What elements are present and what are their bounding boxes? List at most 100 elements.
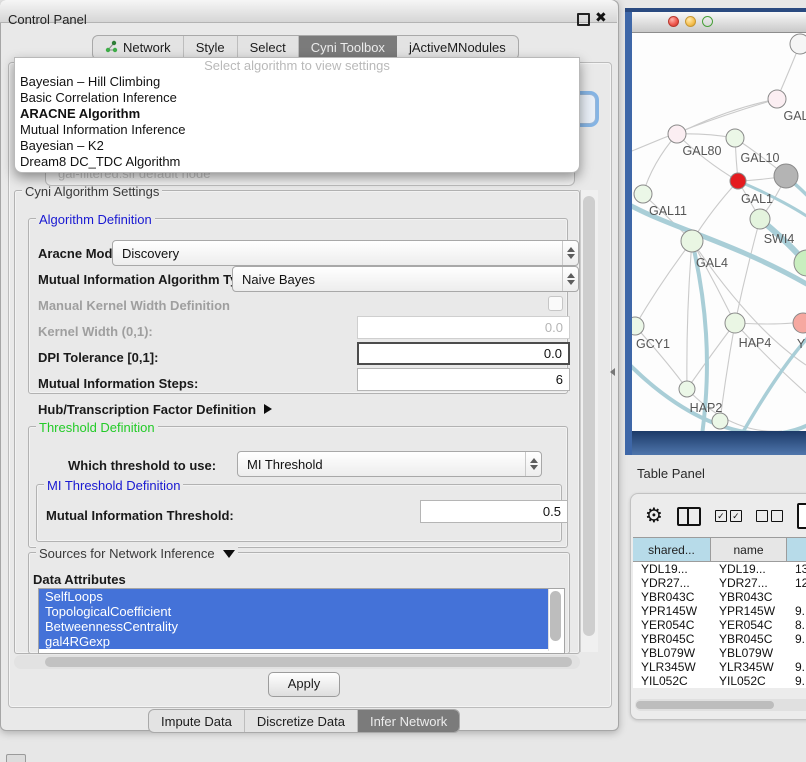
tab-impute-data[interactable]: Impute Data	[149, 710, 245, 732]
which-threshold-combo[interactable]: MI Threshold	[237, 451, 542, 477]
network-node[interactable]	[632, 317, 644, 335]
table-horizontal-scroll-thumb[interactable]	[636, 701, 774, 709]
network-node[interactable]	[679, 381, 695, 397]
network-edge[interactable]	[677, 99, 777, 134]
network-node[interactable]	[634, 185, 652, 203]
network-canvas[interactable]: GALGAL80GAL10GAL1GAL11SWI4GAL4GCY1HAP4YH…	[632, 33, 806, 431]
tab-infer-network[interactable]: Infer Network	[358, 710, 459, 732]
table-header-row: shared... name	[633, 537, 806, 562]
algorithm-option[interactable]: Bayesian – K2	[15, 138, 579, 154]
table-row[interactable]: YDR27...YDR27...12	[633, 576, 806, 590]
tab-network[interactable]: Network	[93, 36, 184, 59]
manual-kernel-checkbox[interactable]	[548, 296, 563, 311]
network-node[interactable]	[726, 129, 744, 147]
network-node[interactable]	[790, 34, 806, 54]
expand-right-icon	[264, 404, 272, 414]
network-edge[interactable]	[643, 134, 677, 194]
table-row[interactable]: YDL19...YDL19...13	[633, 562, 806, 576]
mi-threshold-field[interactable]: 0.5	[420, 500, 568, 523]
kernel-width-field[interactable]: 0.0	[357, 316, 570, 339]
mi-steps-label: Mutual Information Steps:	[38, 376, 198, 391]
table-row[interactable]: YER054CYER054C8.	[633, 618, 806, 632]
network-view-titlebar[interactable]	[632, 12, 806, 33]
gear-icon[interactable]: ⚙	[645, 506, 663, 526]
attributes-list-scroll-thumb[interactable]	[550, 591, 561, 641]
tab-style[interactable]: Style	[184, 36, 238, 59]
which-threshold-label: Which threshold to use:	[68, 458, 216, 473]
splitpane-collapse-icon[interactable]	[610, 368, 615, 376]
hub-section-toggle[interactable]: Hub/Transcription Factor Definition	[38, 402, 272, 417]
hub-section-label: Hub/Transcription Factor Definition	[38, 402, 256, 417]
mi-steps-field[interactable]: 6	[357, 368, 570, 391]
float-window-icon[interactable]	[577, 13, 590, 26]
new-table-icon[interactable]	[797, 503, 806, 529]
columns-icon[interactable]	[677, 507, 701, 526]
aracne-mode-combo[interactable]: Discovery	[112, 240, 579, 266]
network-node[interactable]	[725, 313, 745, 333]
tab-discretize-data[interactable]: Discretize Data	[245, 710, 358, 732]
network-node[interactable]	[712, 413, 728, 429]
network-node[interactable]	[750, 209, 770, 229]
network-node[interactable]	[730, 173, 746, 189]
table-cell: YIL052C	[711, 674, 787, 688]
table-cell: YBR043C	[633, 590, 711, 604]
table-cell	[787, 590, 806, 604]
table-cell: YER054C	[711, 618, 787, 632]
settings-horizontal-scroll-thumb[interactable]	[45, 657, 572, 667]
minimize-traffic-light-icon[interactable]	[685, 16, 696, 27]
algorithm-option[interactable]: Mutual Information Inference	[15, 122, 579, 138]
settings-vertical-scroll-thumb[interactable]	[583, 196, 595, 636]
dpi-tolerance-field[interactable]: 0.0	[357, 342, 570, 365]
collapse-down-icon	[223, 550, 235, 558]
algorithm-option[interactable]: Basic Correlation Inference	[15, 90, 579, 106]
network-node[interactable]	[768, 90, 786, 108]
control-panel-titlebar[interactable]	[0, 0, 617, 23]
sources-group-toggle[interactable]: Sources for Network Inference	[36, 546, 238, 561]
network-node-label: GAL10	[741, 151, 780, 165]
table-row[interactable]: YPR145WYPR145W9.	[633, 604, 806, 618]
algorithm-option[interactable]: Dream8 DC_TDC Algorithm	[15, 154, 579, 170]
column-header-name[interactable]: name	[711, 538, 787, 561]
tab-label: jActiveMNodules	[409, 40, 506, 55]
network-node[interactable]	[793, 313, 806, 333]
attribute-list-item[interactable]: gal4RGexp	[39, 634, 554, 649]
algorithm-option[interactable]: ARACNE Algorithm	[15, 106, 579, 122]
network-node[interactable]	[774, 164, 798, 188]
zoom-traffic-light-icon[interactable]	[702, 16, 713, 27]
kernel-width-label: Kernel Width (0,1):	[38, 324, 153, 339]
network-node[interactable]	[681, 230, 703, 252]
network-node[interactable]	[668, 125, 686, 143]
select-all-checkboxes-icon[interactable]: ✓✓	[715, 510, 742, 522]
partial-bottom-button[interactable]	[6, 754, 26, 762]
close-traffic-light-icon[interactable]	[668, 16, 679, 27]
table-cell: YBL079W	[633, 646, 711, 660]
attribute-list-item[interactable]: SelfLoops	[39, 589, 554, 604]
tab-jactivemnodules[interactable]: jActiveMNodules	[397, 36, 518, 59]
close-icon[interactable]: ✖	[595, 9, 607, 26]
table-row[interactable]: YBL079WYBL079W	[633, 646, 806, 660]
attribute-list-item[interactable]: TopologicalCoefficient	[39, 604, 554, 619]
screen: Control Panel ✖ Network Style Select Cyn…	[0, 0, 806, 762]
algorithm-option[interactable]: Bayesian – Hill Climbing	[15, 74, 579, 90]
column-header-extra[interactable]	[787, 538, 806, 561]
network-edge[interactable]	[635, 241, 692, 326]
deselect-all-checkboxes-icon[interactable]	[756, 510, 783, 522]
algorithm-definition-title: Algorithm Definition	[36, 212, 155, 227]
data-attributes-list[interactable]: SelfLoopsTopologicalCoefficientBetweenne…	[38, 588, 565, 654]
dpi-tolerance-label: DPI Tolerance [0,1]:	[38, 350, 158, 365]
network-edge[interactable]	[687, 241, 692, 389]
tab-cyni-toolbox[interactable]: Cyni Toolbox	[299, 36, 397, 59]
network-view-window[interactable]: GALGAL80GAL10GAL1GAL11SWI4GAL4GCY1HAP4YH…	[625, 8, 806, 455]
network-edge[interactable]	[687, 323, 735, 389]
table-row[interactable]: YBR043CYBR043C	[633, 590, 806, 604]
table-row[interactable]: YLR345WYLR345W9.	[633, 660, 806, 674]
column-header-shared[interactable]: shared...	[633, 538, 711, 561]
table-row[interactable]: YIL052CYIL052C9.	[633, 674, 806, 688]
attribute-list-item[interactable]: BetweennessCentrality	[39, 619, 554, 634]
table-row[interactable]: YBR045CYBR045C9.	[633, 632, 806, 646]
network-edge[interactable]	[735, 219, 760, 323]
apply-button[interactable]: Apply	[268, 672, 340, 697]
tab-select[interactable]: Select	[238, 36, 299, 59]
table-cell: YPR145W	[633, 604, 711, 618]
mi-type-combo[interactable]: Naive Bayes	[232, 266, 579, 292]
